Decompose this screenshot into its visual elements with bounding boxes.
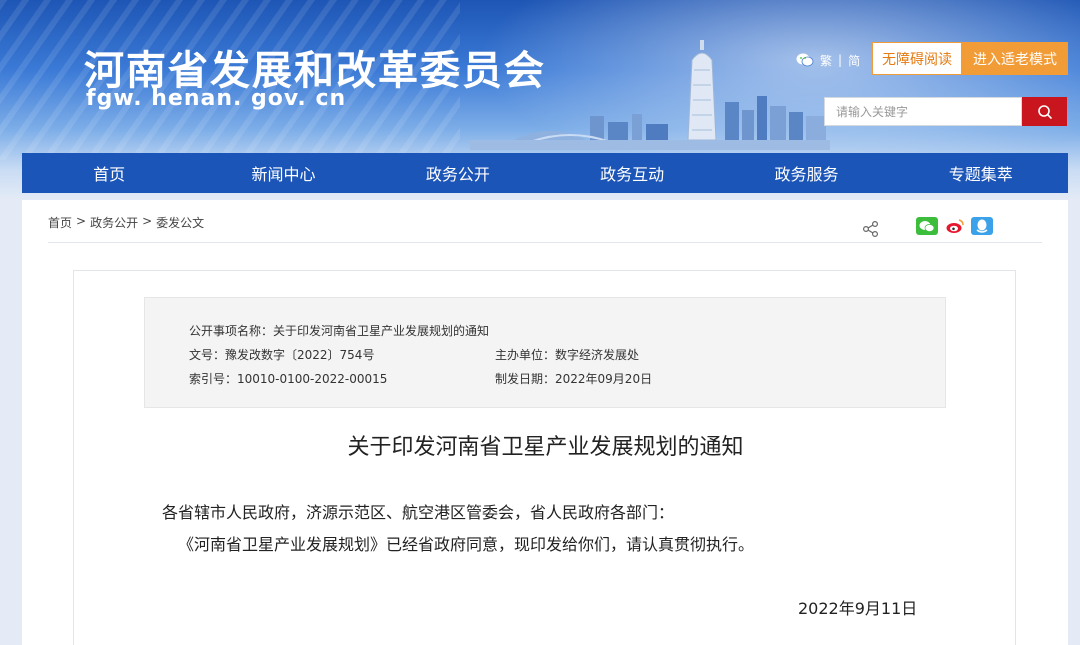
meta-issue-date: 制发日期：2022年09月20日: [495, 372, 653, 386]
meta-index-number: 索引号：10010-0100-2022-00015: [189, 372, 388, 386]
nav-item-interaction[interactable]: 政务互动: [545, 153, 719, 193]
breadcrumb-gov-affairs[interactable]: 政务公开: [90, 214, 138, 231]
main-nav: 首页 新闻中心 政务公开 政务互动 政务服务 专题集萃: [22, 153, 1068, 193]
wechat-icon[interactable]: [796, 52, 814, 68]
accessibility-button[interactable]: 无障碍阅读: [872, 42, 962, 75]
breadcrumb-separator: >: [142, 214, 153, 228]
breadcrumb: 首页 > 政务公开 > 委发公文: [48, 214, 204, 231]
site-domain: fgw. henan. gov. cn: [86, 86, 347, 111]
search-button[interactable]: [1022, 97, 1067, 126]
document-body: 《河南省卫星产业发展规划》已经省政府同意，现印发给你们，请认真贯彻执行。: [178, 535, 755, 554]
document-date: 2022年9月11日: [798, 599, 918, 618]
search-icon: [1037, 104, 1052, 119]
nav-item-services[interactable]: 政务服务: [719, 153, 893, 193]
elder-mode-button[interactable]: 进入适老模式: [962, 42, 1068, 75]
meta-host-unit: 主办单位：数字经济发展处: [495, 348, 640, 362]
search-input[interactable]: [824, 97, 1022, 126]
nav-item-news[interactable]: 新闻中心: [196, 153, 370, 193]
header-divider: [48, 242, 1042, 243]
document-title: 关于印发河南省卫星产业发展规划的通知: [347, 435, 744, 460]
document-container: 公开事项名称：关于印发河南省卫星产业发展规划的通知 文号：豫发改数字〔2022〕…: [73, 270, 1016, 645]
share-wechat-button[interactable]: [916, 217, 938, 235]
document-metadata: 公开事项名称：关于印发河南省卫星产业发展规划的通知 文号：豫发改数字〔2022〕…: [144, 297, 946, 408]
meta-doc-number: 文号：豫发改数字〔2022〕754号: [189, 348, 375, 362]
nav-item-gov-affairs[interactable]: 政务公开: [371, 153, 545, 193]
lang-traditional-link[interactable]: 繁: [820, 52, 832, 69]
qq-icon: [976, 219, 988, 233]
share-qq-button[interactable]: [971, 217, 993, 235]
language-switch: 繁 | 简: [796, 50, 860, 70]
weibo-icon: [946, 219, 964, 233]
lang-simplified-link[interactable]: 简: [848, 52, 860, 69]
breadcrumb-separator: >: [76, 214, 87, 228]
share-icon[interactable]: [862, 220, 880, 238]
nav-item-home[interactable]: 首页: [22, 153, 196, 193]
meta-item-name: 公开事项名称：关于印发河南省卫星产业发展规划的通知: [189, 324, 490, 338]
wechat-icon: [919, 220, 935, 232]
nav-item-topics[interactable]: 专题集萃: [894, 153, 1068, 193]
share-weibo-button[interactable]: [944, 217, 966, 235]
content-panel: 首页 > 政务公开 > 委发公文 公开事项名称：关于印发河南省卫星产业发展规划的…: [22, 200, 1068, 645]
document-salutation: 各省辖市人民政府，济源示范区、航空港区管委会，省人民政府各部门：: [162, 503, 675, 522]
breadcrumb-documents[interactable]: 委发公文: [156, 214, 204, 231]
breadcrumb-home[interactable]: 首页: [48, 214, 72, 231]
lang-separator: |: [838, 53, 843, 67]
